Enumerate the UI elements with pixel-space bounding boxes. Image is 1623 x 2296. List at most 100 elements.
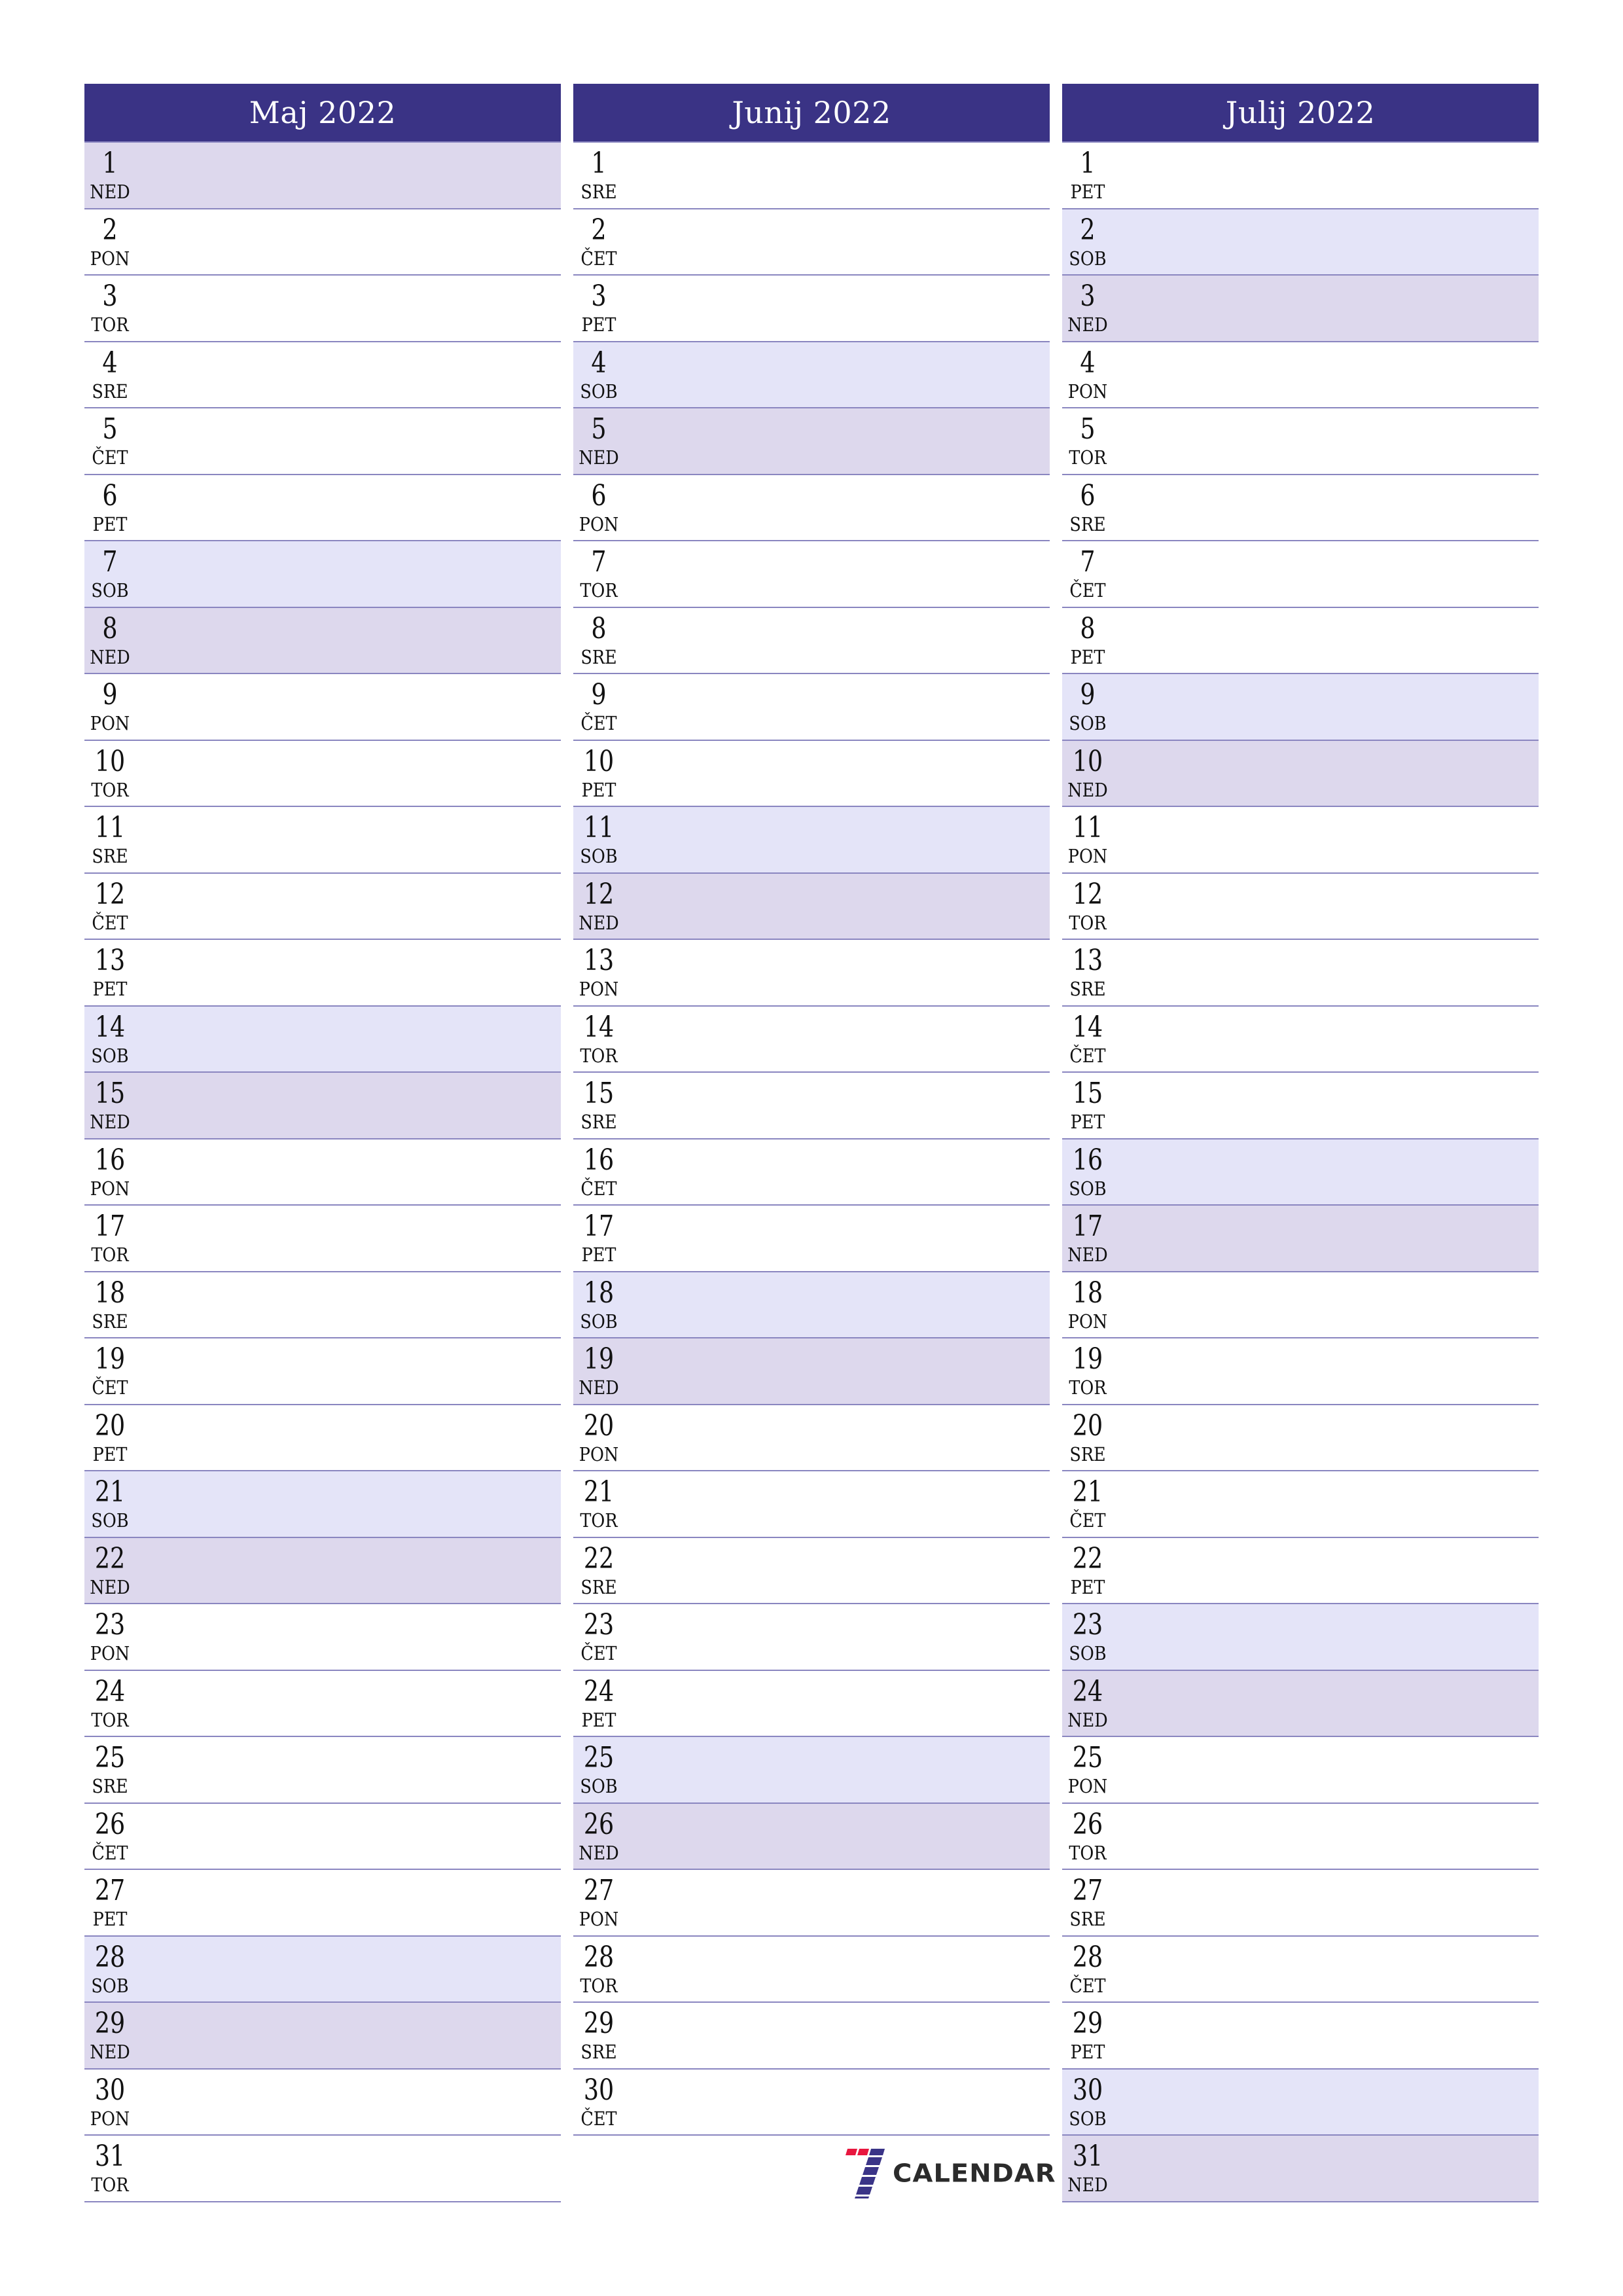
day-number: 30 [1072, 2073, 1103, 2107]
weekday-label: TOR [1069, 1841, 1107, 1864]
day-number: 29 [1072, 2007, 1103, 2040]
weekday-label: PON [90, 247, 130, 270]
day-row: 16 ČET [573, 1139, 1050, 1206]
day-list: 1 SRE 2 ČET 3 PET 4 SOB 5 NED 6 PON 7 TOR 8 SRE 9 ČET 10 PE… [573, 143, 1050, 2136]
day-row: 27 SRE [1062, 1870, 1539, 1937]
weekday-label: SOB [91, 1974, 129, 1997]
weekday-label: SOB [580, 1310, 618, 1333]
day-row: 5 ČET [84, 408, 561, 475]
weekday-label: NED [579, 1376, 619, 1399]
day-number: 31 [94, 2140, 126, 2173]
weekday-label: SOB [91, 1509, 129, 1532]
brand-logo: CALENDAR [846, 2148, 1056, 2199]
weekday-label: PET [92, 1443, 128, 1465]
weekday-label: TOR [580, 579, 618, 601]
weekday-label: NED [1067, 1708, 1108, 1731]
day-row: 8 PET [1062, 607, 1539, 674]
weekday-label: SOB [580, 845, 618, 867]
day-number: 23 [583, 1608, 615, 1641]
weekday-label: SRE [92, 1310, 128, 1333]
day-number: 24 [94, 1674, 126, 1708]
day-row: 30 SOB [1062, 2069, 1539, 2136]
day-number: 5 [102, 412, 118, 446]
day-row: 25 PON [1062, 1737, 1539, 1804]
day-row: 6 PON [573, 475, 1050, 541]
day-row: 29 NED [84, 2003, 561, 2070]
day-row: 16 PON [84, 1139, 561, 1206]
day-number: 4 [1080, 346, 1096, 380]
day-row: 22 SRE [573, 1537, 1050, 1604]
weekday-label: TOR [91, 1708, 129, 1731]
day-number: 12 [94, 877, 126, 911]
day-row: 26 ČET [84, 1803, 561, 1870]
weekday-label: SRE [92, 380, 128, 403]
seven-mark-icon [846, 2149, 885, 2198]
weekday-label: NED [579, 911, 619, 934]
day-row: 23 ČET [573, 1604, 1050, 1671]
weekday-label: SOB [1069, 2107, 1107, 2130]
day-row: 28 ČET [1062, 1936, 1539, 2003]
weekday-label: SRE [92, 845, 128, 867]
day-row: 11 SOB [573, 807, 1050, 874]
day-number: 16 [583, 1143, 615, 1177]
weekday-label: PET [1070, 1111, 1105, 1133]
day-number: 13 [583, 944, 615, 977]
day-number: 21 [583, 1475, 615, 1509]
day-row: 28 TOR [573, 1936, 1050, 2003]
day-number: 11 [583, 811, 615, 844]
day-number: 17 [583, 1210, 615, 1243]
month-column-julij: Julij 2022 1 PET 2 SOB 3 NED 4 PON 5 TOR 6 SRE 7 ČET 8… [1062, 84, 1539, 2202]
day-number: 23 [94, 1608, 126, 1641]
day-number: 6 [591, 478, 607, 512]
day-number: 1 [1080, 147, 1096, 180]
weekday-label: NED [90, 181, 130, 203]
weekday-label: TOR [91, 1244, 129, 1266]
day-number: 8 [1080, 611, 1096, 645]
weekday-label: SOB [1069, 247, 1107, 270]
weekday-label: PON [579, 512, 619, 535]
day-number: 24 [1072, 1674, 1103, 1708]
day-row: 24 NED [1062, 1670, 1539, 1737]
day-row: 5 TOR [1062, 408, 1539, 475]
weekday-label: PET [581, 1708, 616, 1731]
day-number: 27 [583, 1874, 615, 1907]
logo-text: CALENDAR [893, 2159, 1056, 2188]
weekday-label: SOB [1069, 712, 1107, 734]
day-number: 30 [583, 2073, 615, 2107]
weekday-label: NED [579, 1841, 619, 1864]
weekday-label: TOR [1069, 911, 1107, 934]
day-number: 8 [102, 611, 118, 645]
weekday-label: PON [90, 712, 130, 734]
day-row: 9 ČET [573, 674, 1050, 741]
day-number: 26 [94, 1807, 126, 1841]
weekday-label: PON [579, 1443, 619, 1465]
day-number: 20 [583, 1408, 615, 1443]
day-row: 21 ČET [1062, 1471, 1539, 1538]
weekday-label: SOB [91, 579, 129, 601]
weekday-label: ČET [92, 1841, 128, 1864]
day-number: 22 [94, 1541, 126, 1575]
day-row: 15 SRE [573, 1073, 1050, 1139]
day-number: 13 [94, 944, 126, 977]
day-row: 12 TOR [1062, 873, 1539, 940]
day-row: 15 NED [84, 1073, 561, 1139]
weekday-label: ČET [1069, 579, 1106, 601]
day-row: 18 SOB [573, 1272, 1050, 1338]
day-row: 7 SOB [84, 541, 561, 608]
weekday-label: NED [90, 2041, 130, 2063]
weekday-label: PON [90, 1177, 130, 1200]
day-number: 2 [102, 213, 118, 247]
weekday-label: SRE [580, 645, 617, 668]
day-row: 22 PET [1062, 1537, 1539, 1604]
day-number: 2 [1080, 213, 1096, 247]
day-number: 17 [1072, 1210, 1103, 1243]
day-number: 22 [583, 1541, 615, 1575]
day-number: 16 [94, 1143, 126, 1177]
month-header: Maj 2022 [84, 84, 561, 143]
day-number: 12 [1072, 877, 1103, 911]
day-row: 30 PON [84, 2069, 561, 2136]
weekday-label: PON [90, 1642, 130, 1664]
weekday-label: PET [92, 512, 128, 535]
day-number: 15 [94, 1077, 126, 1110]
day-number: 19 [1072, 1342, 1103, 1376]
